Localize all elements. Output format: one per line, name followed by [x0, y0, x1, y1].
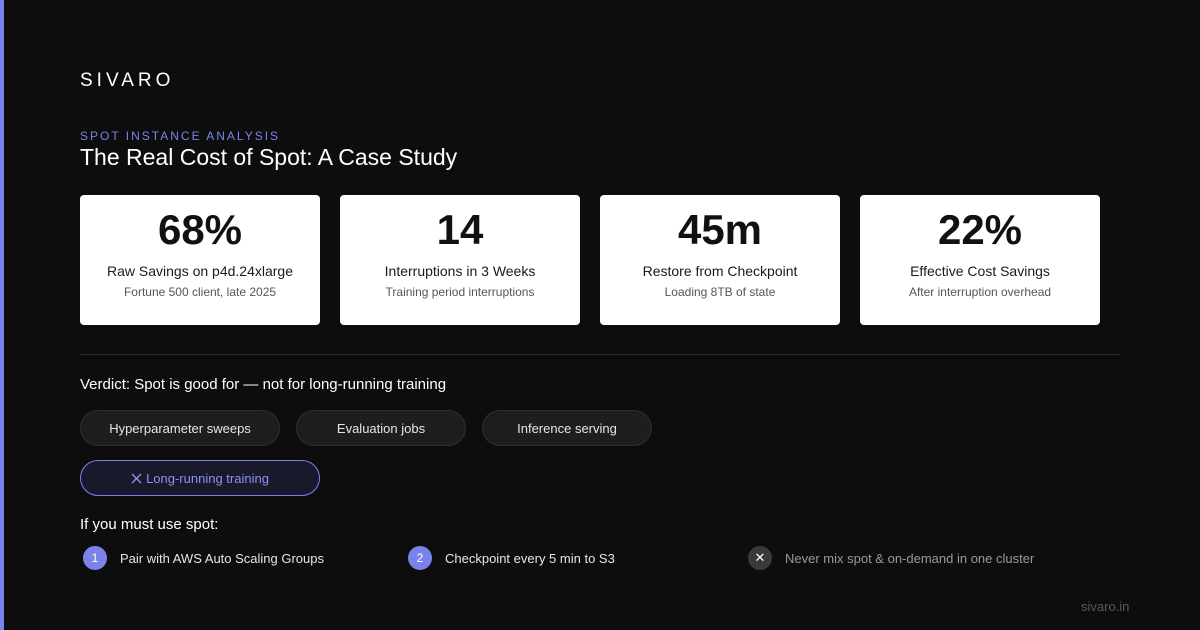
- stat-cards: 68% Raw Savings on p4d.24xlarge Fortune …: [80, 195, 1100, 325]
- guidance-step-1: 1 Pair with AWS Auto Scaling Groups: [83, 546, 324, 570]
- stat-card-effective-savings: 22% Effective Cost Savings After interru…: [860, 195, 1100, 325]
- stat-sub: Loading 8TB of state: [664, 285, 776, 299]
- guidance-step-warning: ✕ Never mix spot & on-demand in one clus…: [748, 546, 1034, 570]
- use-case-tag-inference-serving: Inference serving: [482, 410, 652, 446]
- footer-url: sivaro.in: [1081, 599, 1130, 614]
- step-text: Never mix spot & on-demand in one cluste…: [785, 550, 1035, 566]
- stat-sub: Training period interruptions: [385, 285, 535, 299]
- section-divider: [80, 354, 1120, 355]
- section-eyebrow: SPOT INSTANCE ANALYSIS: [80, 129, 281, 143]
- use-case-tag-evaluation-jobs: Evaluation jobs: [296, 410, 466, 446]
- stat-card-interruptions: 14 Interruptions in 3 Weeks Training per…: [340, 195, 580, 325]
- tag-label: Long-running training: [146, 470, 269, 486]
- step-number-badge: 2: [408, 546, 432, 570]
- guidance-step-2: 2 Checkpoint every 5 min to S3: [408, 546, 615, 570]
- guidance-heading: If you must use spot:: [80, 516, 219, 533]
- x-icon: [131, 473, 142, 483]
- stat-sub: Fortune 500 client, late 2025: [123, 285, 277, 299]
- verdict-heading: Verdict: Spot is good for — not for long…: [80, 376, 447, 393]
- stat-value: 68%: [157, 206, 243, 253]
- page-title: The Real Cost of Spot: A Case Study: [80, 144, 458, 170]
- x-icon: ✕: [748, 546, 772, 570]
- step-number-badge: 1: [83, 546, 107, 570]
- use-case-tag-long-running-training: Long-running training: [80, 460, 320, 496]
- stat-card-restore: 45m Restore from Checkpoint Loading 8TB …: [600, 195, 840, 325]
- stat-sub: After interruption overhead: [908, 285, 1052, 299]
- stat-card-raw-savings: 68% Raw Savings on p4d.24xlarge Fortune …: [80, 195, 320, 325]
- stat-label: Interruptions in 3 Weeks: [384, 263, 536, 279]
- stat-label: Raw Savings on p4d.24xlarge: [106, 263, 293, 279]
- use-case-tag-hyperparameter-sweeps: Hyperparameter sweeps: [80, 410, 280, 446]
- stat-label: Restore from Checkpoint: [642, 263, 798, 279]
- accent-bar: [0, 0, 4, 630]
- stat-label: Effective Cost Savings: [910, 263, 1050, 279]
- stat-value: 45m: [677, 206, 763, 253]
- stat-value: 14: [436, 206, 484, 253]
- brand-logo: SIVARO: [80, 70, 175, 91]
- stat-value: 22%: [937, 206, 1023, 253]
- step-text: Checkpoint every 5 min to S3: [445, 550, 615, 566]
- step-text: Pair with AWS Auto Scaling Groups: [120, 550, 325, 566]
